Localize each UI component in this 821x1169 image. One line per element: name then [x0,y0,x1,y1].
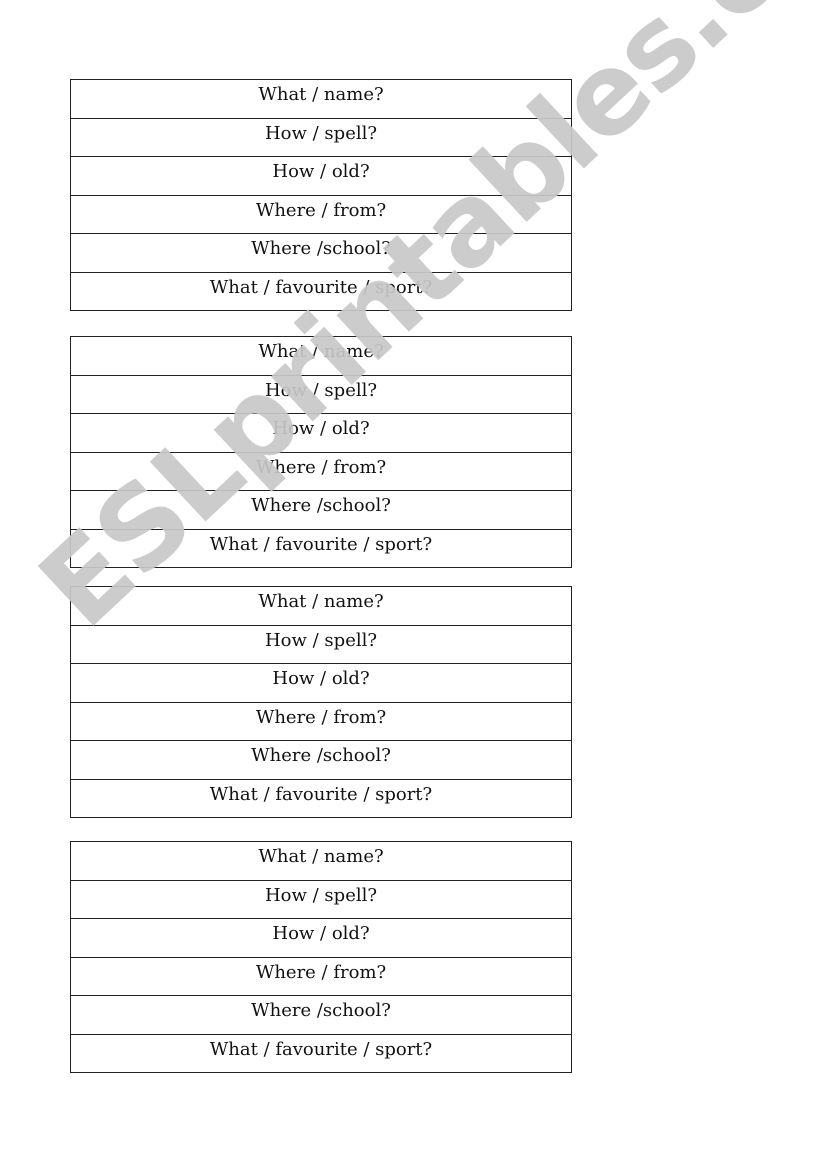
question-row: Where / from? [71,703,571,741]
question-row: How / spell? [71,881,571,919]
question-row: What / favourite / sport? [71,273,571,311]
question-row: What / name? [71,842,571,881]
question-row: What / name? [71,337,571,376]
question-row: Where /school? [71,996,571,1035]
question-card-2: What / name? How / spell? How / old? Whe… [70,336,572,568]
question-row: Where /school? [71,234,571,273]
question-row: Where / from? [71,958,571,996]
question-row: Where /school? [71,491,571,530]
question-row: How / old? [71,664,571,703]
question-row: Where /school? [71,741,571,780]
question-row: How / old? [71,414,571,453]
question-row: How / old? [71,919,571,958]
question-row: What / favourite / sport? [71,1035,571,1073]
question-row: What / name? [71,587,571,626]
question-row: What / name? [71,80,571,119]
question-row: What / favourite / sport? [71,530,571,568]
question-row: How / spell? [71,376,571,414]
question-card-3: What / name? How / spell? How / old? Whe… [70,586,572,818]
question-card-1: What / name? How / spell? How / old? Whe… [70,79,572,311]
question-card-4: What / name? How / spell? How / old? Whe… [70,841,572,1073]
question-row: How / old? [71,157,571,196]
question-row: What / favourite / sport? [71,780,571,818]
question-row: Where / from? [71,453,571,491]
question-row: How / spell? [71,119,571,157]
question-row: Where / from? [71,196,571,234]
question-row: How / spell? [71,626,571,664]
